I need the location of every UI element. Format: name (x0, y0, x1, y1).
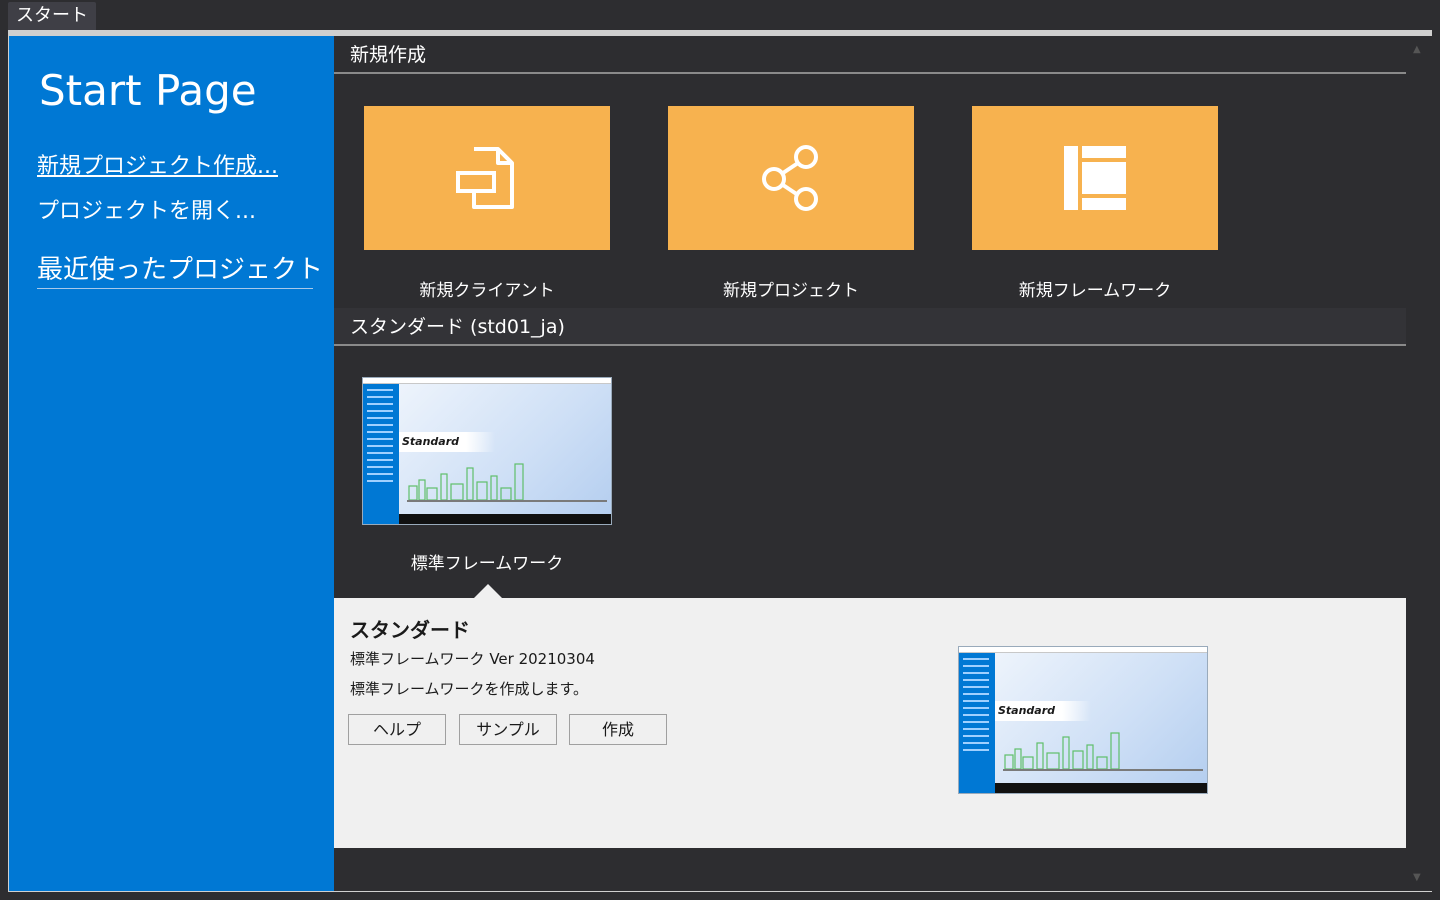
thumbnail-badge: Standard (995, 701, 1091, 721)
open-project-link[interactable]: プロジェクトを開く... (37, 193, 256, 225)
new-framework-tile[interactable] (972, 106, 1218, 250)
thumbnail-statusbar (399, 514, 611, 524)
thumbnail-sidebar (959, 653, 995, 793)
new-project-link[interactable]: 新規プロジェクト作成... (37, 148, 278, 180)
city-skyline-icon (408, 463, 524, 500)
new-client-label: 新規クライアント (419, 281, 555, 301)
new-client-icon (456, 147, 514, 209)
create-button[interactable]: 作成 (569, 714, 667, 745)
new-framework-label: 新規フレームワーク (1018, 281, 1172, 301)
thumbnail-titlebar (363, 378, 611, 384)
standard-framework-label: 標準フレームワーク (410, 554, 564, 574)
details-thumbnail: Standard (958, 646, 1208, 794)
sample-button[interactable]: サンプル (459, 714, 557, 745)
city-skyline-icon (1004, 732, 1120, 769)
section-header-standard: スタンダード (std01_ja) (334, 308, 1406, 346)
vertical-scrollbar[interactable]: ▲ ▼ (1406, 36, 1433, 891)
thumbnail-sidebar (363, 384, 399, 524)
new-project-tile[interactable] (668, 106, 914, 250)
help-button[interactable]: ヘルプ (348, 714, 446, 745)
new-project-label: 新規プロジェクト (723, 281, 859, 301)
thumbnail-ground-line (1003, 769, 1203, 771)
recent-projects-header: 最近使ったプロジェクト (37, 255, 324, 285)
thumbnail-titlebar (959, 647, 1207, 653)
thumbnail-ground-line (407, 500, 607, 502)
start-page-frame: Start Page 新規プロジェクト作成... プロジェクトを開く... 最近… (8, 36, 1433, 892)
details-pointer (474, 584, 502, 598)
framework-layout-icon (1064, 146, 1126, 210)
page-title: Start Page (39, 66, 257, 115)
recent-projects-divider (37, 288, 313, 289)
scroll-down-icon[interactable]: ▼ (1413, 872, 1421, 883)
sidebar: Start Page 新規プロジェクト作成... プロジェクトを開く... 最近… (9, 36, 334, 891)
template-details-panel: スタンダード 標準フレームワーク Ver 20210304 標準フレームワークを… (334, 598, 1406, 848)
details-description: 標準フレームワークを作成します。 (350, 680, 589, 698)
new-client-tile[interactable] (364, 106, 610, 250)
main-content: 新規作成 新規クライアント 新規プロジェクト 新規フレームワーク スタンダード … (334, 36, 1406, 891)
details-title: スタンダード (350, 618, 470, 642)
thumbnail-badge: Standard (399, 432, 495, 452)
standard-framework-thumbnail[interactable]: Standard (362, 377, 612, 525)
start-page-window: スタート Start Page 新規プロジェクト作成... プロジェクトを開く.… (0, 0, 1440, 900)
thumbnail-statusbar (995, 783, 1207, 793)
scroll-up-icon[interactable]: ▲ (1413, 44, 1421, 55)
document-tab-start[interactable]: スタート (8, 2, 96, 30)
section-header-new: 新規作成 (334, 36, 1406, 74)
details-version: 標準フレームワーク Ver 20210304 (350, 650, 595, 668)
share-nodes-icon (762, 145, 818, 211)
